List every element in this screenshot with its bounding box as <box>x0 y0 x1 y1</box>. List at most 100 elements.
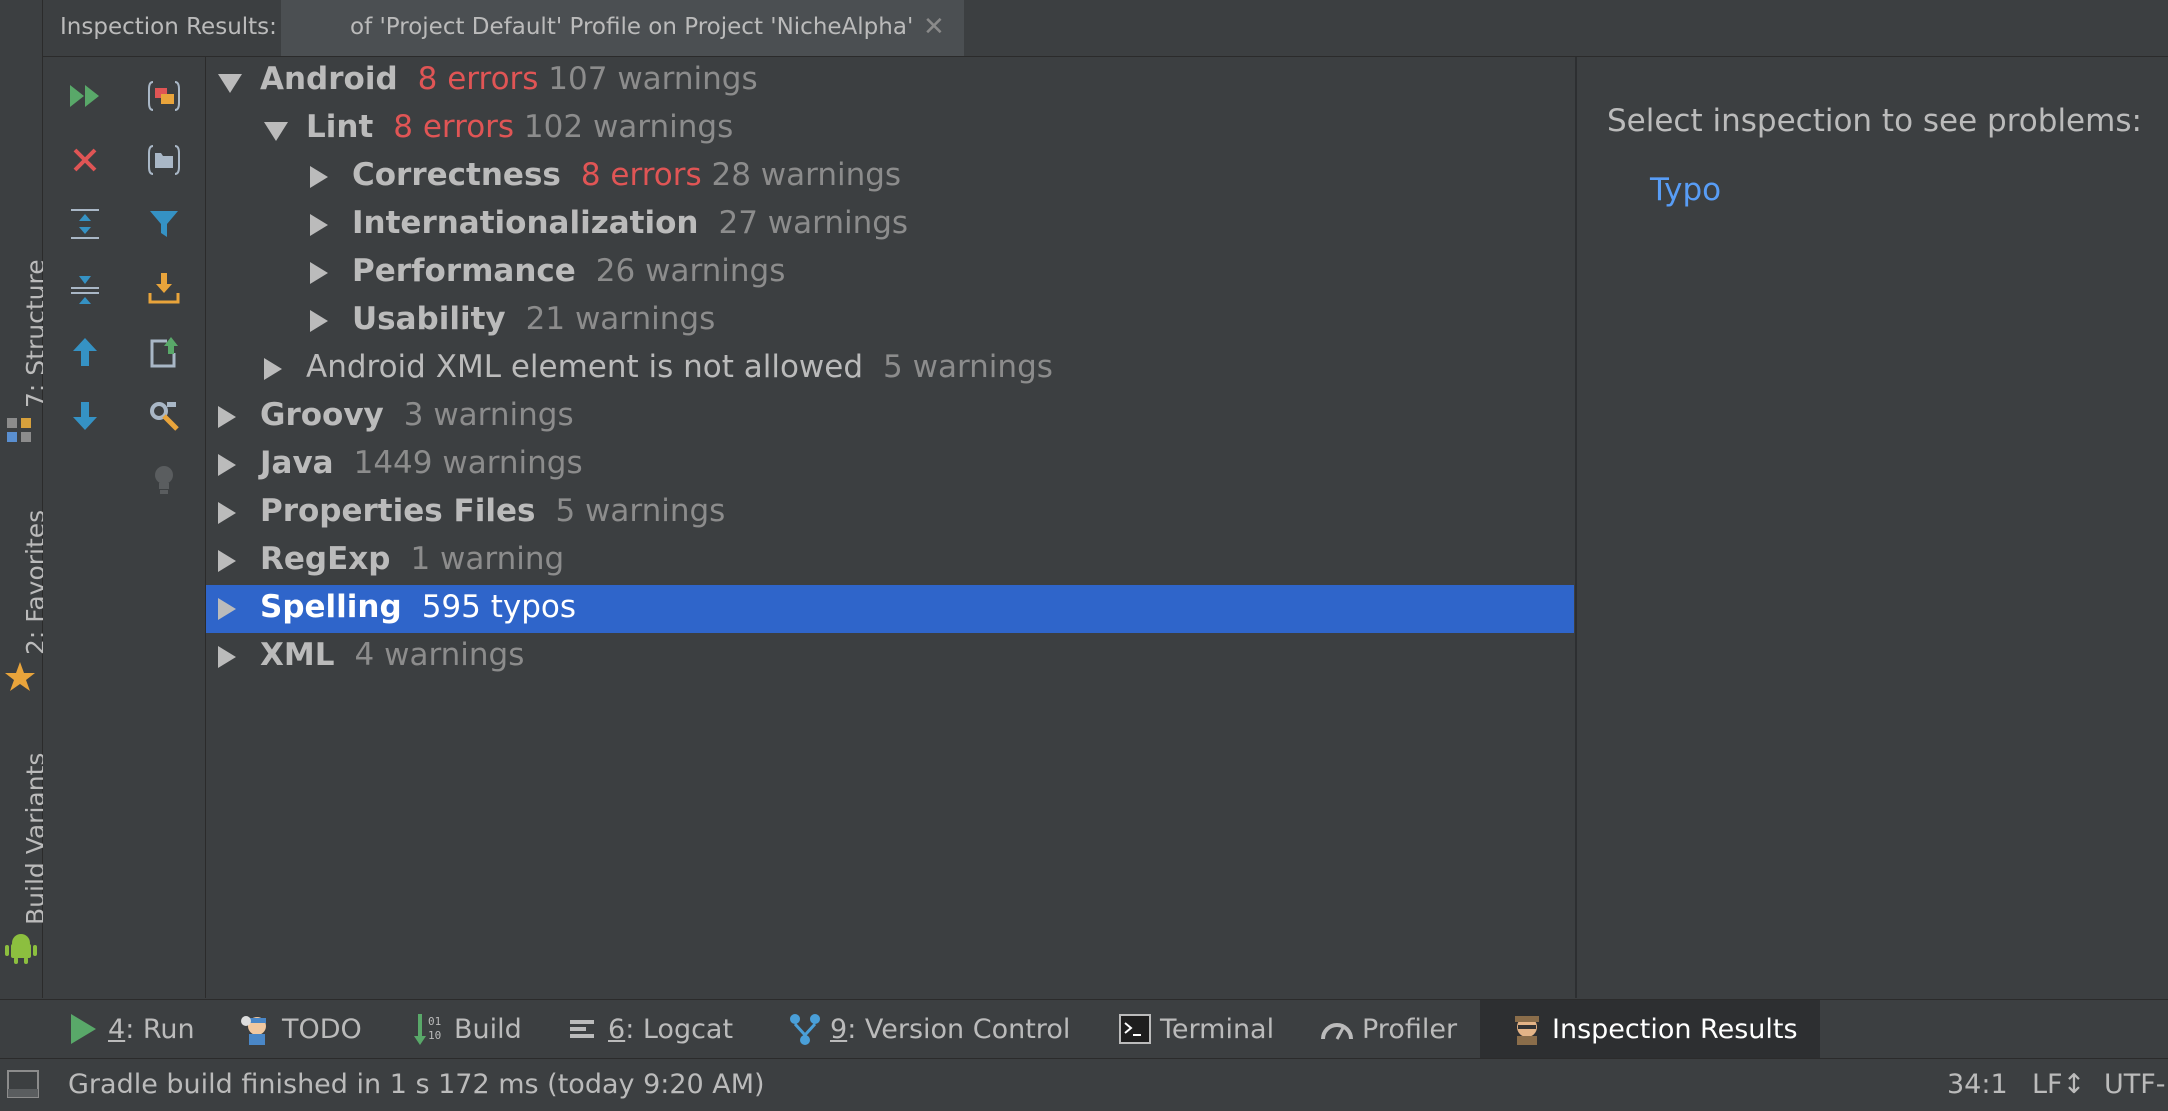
chevron-right-icon[interactable] <box>310 166 328 188</box>
inspection-results-label: Inspection Results: <box>60 14 277 40</box>
tree-row-spelling[interactable]: Spelling 595 typos <box>206 585 1574 633</box>
tree-row-regexp[interactable]: RegExp 1 warning <box>206 537 1574 585</box>
logcat-icon <box>566 1012 600 1046</box>
warning-count: 27 warnings <box>718 205 909 241</box>
tree-row-java[interactable]: Java 1449 warnings <box>206 441 1574 489</box>
tree-label: Groovy <box>260 397 384 433</box>
tree-label: Spelling <box>260 589 402 625</box>
previous-problem-icon[interactable] <box>62 329 108 375</box>
profiler-tab[interactable]: Profiler <box>1320 1000 1457 1058</box>
inspection-tree[interactable]: Android 8 errors 107 warnings Lint 8 error… <box>206 57 1574 998</box>
warning-count: 26 warnings <box>595 253 786 289</box>
inspector-icon <box>1510 1012 1544 1046</box>
tree-row-lint[interactable]: Lint 8 errors 102 warnings <box>206 105 1574 153</box>
tree-label: XML <box>260 637 335 673</box>
expand-all-icon[interactable] <box>62 201 108 247</box>
tab-title: of 'Project Default' Profile on Project … <box>350 14 914 40</box>
svg-text:01: 01 <box>428 1015 441 1028</box>
toggle-tool-windows-icon[interactable] <box>6 1069 40 1099</box>
tree-row-internationalization[interactable]: Internationalization 27 warnings <box>206 201 1574 249</box>
warning-count: 21 warnings <box>525 301 716 337</box>
tree-label: Properties Files <box>260 493 536 529</box>
tree-row-performance[interactable]: Performance 26 warnings <box>206 249 1574 297</box>
chevron-right-icon[interactable] <box>218 502 236 524</box>
error-count: 8 errors <box>393 109 515 145</box>
filter-icon[interactable] <box>141 201 187 247</box>
status-message: Gradle build finished in 1 s 172 ms (tod… <box>68 1069 765 1100</box>
export-icon[interactable] <box>141 329 187 375</box>
next-problem-icon[interactable] <box>62 393 108 439</box>
caret-position[interactable]: 34:1 <box>1947 1069 2008 1100</box>
chevron-right-icon[interactable] <box>264 358 282 380</box>
left-tool-strip: 7: Structure 2: Favorites Build Variants <box>0 0 50 998</box>
tree-label: Usability <box>352 301 506 337</box>
tree-label: Correctness <box>352 157 561 193</box>
tree-row-correctness[interactable]: Correctness 8 errors 28 warnings <box>206 153 1574 201</box>
run-icon <box>66 1012 100 1046</box>
build-icon: 01 10 <box>412 1012 446 1046</box>
settings-icon[interactable] <box>141 393 187 439</box>
typo-inspection-link[interactable]: Typo <box>1650 172 1721 208</box>
status-bar: Gradle build finished in 1 s 172 ms (tod… <box>0 1058 2168 1111</box>
profiler-icon <box>1320 1012 1354 1046</box>
error-count: 8 errors <box>417 61 539 97</box>
tree-row-groovy[interactable]: Groovy 3 warnings <box>206 393 1574 441</box>
inspection-results-tab[interactable]: Inspection Results <box>1480 1000 1820 1058</box>
inspection-profile-tab[interactable]: of 'Project Default' Profile on Project … <box>281 0 964 56</box>
warning-count: 3 warnings <box>403 397 574 433</box>
chevron-right-icon[interactable] <box>310 310 328 332</box>
quick-fix-bulb-icon[interactable] <box>141 457 187 503</box>
file-encoding[interactable]: UTF- <box>2104 1069 2166 1100</box>
error-count: 8 errors <box>580 157 702 193</box>
chevron-right-icon[interactable] <box>218 598 236 620</box>
import-icon[interactable] <box>141 265 187 311</box>
warning-count: 1449 warnings <box>353 445 583 481</box>
warning-count: 28 warnings <box>711 157 902 193</box>
version-control-icon <box>788 1012 822 1046</box>
warning-count: 5 warnings <box>555 493 726 529</box>
group-by-severity-icon[interactable] <box>141 73 187 119</box>
warning-count: 1 warning <box>410 541 565 577</box>
todo-tab[interactable]: TODO <box>240 1000 362 1058</box>
version-control-tab[interactable]: 9: Version Control <box>788 1000 1070 1058</box>
chevron-right-icon[interactable] <box>310 262 328 284</box>
tree-label: Java <box>260 445 334 481</box>
rerun-icon[interactable] <box>62 73 108 119</box>
chevron-right-icon[interactable] <box>218 550 236 572</box>
build-tab[interactable]: 01 10 Build <box>412 1000 522 1058</box>
warning-count: 4 warnings <box>354 637 525 673</box>
chevron-right-icon[interactable] <box>218 406 236 428</box>
group-by-directory-icon[interactable] <box>141 137 187 183</box>
tree-row-android[interactable]: Android 8 errors 107 warnings <box>206 57 1574 105</box>
tree-label: Android XML element is not allowed <box>306 349 864 385</box>
run-tab[interactable]: 4: Run <box>66 1000 195 1058</box>
close-tab-icon[interactable]: ✕ <box>923 12 945 42</box>
tree-label: RegExp <box>260 541 391 577</box>
tree-row-properties-files[interactable]: Properties Files 5 warnings <box>206 489 1574 537</box>
chevron-down-icon[interactable] <box>264 122 288 141</box>
terminal-tab[interactable]: Terminal <box>1118 1000 1274 1058</box>
line-separator[interactable]: LF↕ <box>2032 1069 2085 1100</box>
todo-icon <box>240 1012 274 1046</box>
tree-row-xml[interactable]: XML 4 warnings <box>206 633 1574 681</box>
chevron-right-icon[interactable] <box>310 214 328 236</box>
warning-count: 5 warnings <box>883 349 1053 385</box>
warning-count: 107 warnings <box>548 61 758 97</box>
inspection-tab-bar: Inspection Results: of 'Project Default'… <box>43 0 2168 57</box>
android-icon <box>5 934 37 964</box>
collapse-all-icon[interactable] <box>62 265 108 311</box>
tree-row-usability[interactable]: Usability 21 warnings <box>206 297 1574 345</box>
structure-tool-tab[interactable]: 7: Structure <box>0 230 50 445</box>
tree-label: Android <box>260 61 398 97</box>
chevron-right-icon[interactable] <box>218 454 236 476</box>
star-icon <box>5 662 35 691</box>
build-variants-tool-tab[interactable]: Build Variants <box>0 745 50 975</box>
logcat-tab[interactable]: 6: Logcat <box>566 1000 733 1058</box>
tree-row-android-xml-element[interactable]: Android XML element is not allowed 5 warn… <box>206 345 1574 393</box>
structure-icon <box>7 418 31 442</box>
chevron-right-icon[interactable] <box>218 646 236 668</box>
warning-count: 102 warnings <box>523 109 734 145</box>
close-icon[interactable] <box>62 137 108 183</box>
chevron-down-icon[interactable] <box>218 74 242 93</box>
favorites-tool-tab[interactable]: 2: Favorites <box>0 495 50 705</box>
